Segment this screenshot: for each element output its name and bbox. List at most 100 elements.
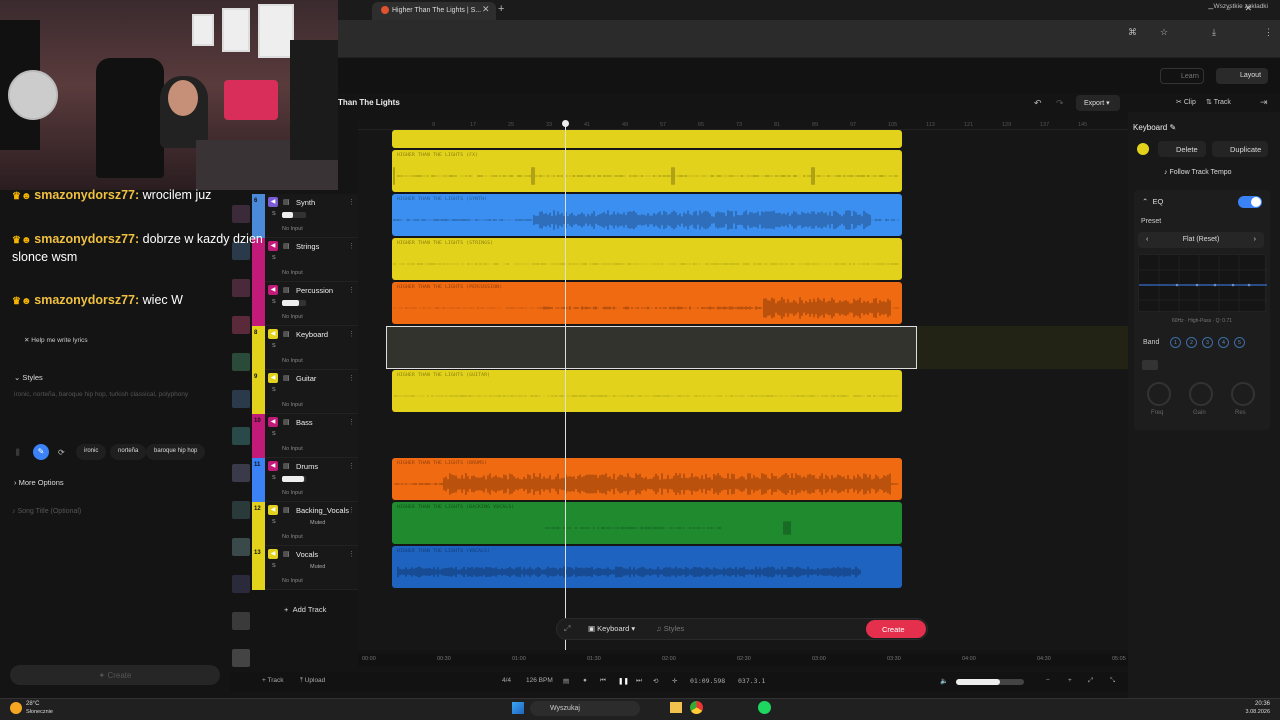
chrome-icon[interactable]: [690, 701, 703, 714]
track-header-row[interactable]: 8 ◀ ▤ Keyboard ⋮ S No Input: [252, 326, 358, 370]
track-color-swatch[interactable]: [1137, 143, 1149, 155]
band-button[interactable]: 3: [1202, 337, 1213, 348]
tab-clip[interactable]: ✂ Clip: [1176, 98, 1196, 106]
track-menu-icon[interactable]: ⋮: [348, 462, 355, 470]
bpm-display[interactable]: 126 BPM: [526, 677, 553, 684]
snap-icon[interactable]: ✛: [672, 677, 677, 685]
eq-toggle[interactable]: [1238, 196, 1262, 208]
download-icon[interactable]: ⤓: [1212, 27, 1216, 38]
rewind-icon[interactable]: ⏮: [600, 677, 606, 685]
time-signature[interactable]: 4/4: [502, 677, 511, 684]
track-menu-icon[interactable]: ⋮: [348, 374, 355, 382]
track-header-row[interactable]: 12 ◀ ▤ Backing_Vocals ⋮ S Muted No Input: [252, 502, 358, 546]
speaker-icon[interactable]: ◀: [268, 285, 278, 295]
track-thumbnail[interactable]: [232, 464, 250, 482]
track-menu-icon[interactable]: ⋮: [348, 286, 355, 294]
audio-clip[interactable]: HIGHER THAN THE LIGHTS (SYNTH): [392, 194, 902, 236]
add-track-button[interactable]: + Add Track: [284, 605, 326, 614]
track-name[interactable]: Backing_Vocals: [296, 506, 349, 515]
solo-button[interactable]: S: [272, 343, 276, 349]
track-header-row[interactable]: 10 ◀ ▤ Bass ⋮ S No Input: [252, 414, 358, 458]
playhead-handle[interactable]: [562, 120, 569, 127]
volume-icon[interactable]: 🔈: [940, 677, 948, 685]
audio-clip[interactable]: HIGHER THAN THE LIGHTS (STRINGS): [392, 238, 902, 280]
audio-clip[interactable]: HIGHER THAN THE LIGHTS (GUITAR): [392, 370, 902, 412]
audio-clip[interactable]: HIGHER THAN THE LIGHTS (PERCUSSION): [392, 282, 902, 324]
track-volume-slider[interactable]: [282, 476, 306, 482]
track-thumbnail[interactable]: [232, 612, 250, 630]
tab-track[interactable]: ⇅ Track: [1206, 98, 1231, 106]
speaker-icon[interactable]: ◀: [268, 197, 278, 207]
track-thumbnail[interactable]: [232, 649, 250, 667]
add-track-small-button[interactable]: + Track: [262, 677, 284, 684]
styles-input[interactable]: ♫ Styles: [656, 624, 684, 633]
shelf-icon[interactable]: ⫼: [16, 448, 20, 458]
speaker-icon[interactable]: ◀: [268, 461, 278, 471]
track-menu-icon[interactable]: ⋮: [348, 330, 355, 338]
track-input-select[interactable]: No Input: [282, 446, 303, 452]
track-menu-icon[interactable]: ⋮: [348, 550, 355, 558]
windows-start-icon[interactable]: [512, 702, 524, 714]
delete-button[interactable]: Delete: [1158, 141, 1206, 157]
solo-button[interactable]: S: [272, 299, 276, 305]
chevron-left-icon[interactable]: ‹: [1146, 236, 1148, 243]
track-name[interactable]: Percussion: [296, 286, 333, 295]
solo-button[interactable]: S: [272, 387, 276, 393]
track-input-select[interactable]: No Input: [282, 402, 303, 408]
all-bookmarks-link[interactable]: Wszystkie zakładki: [1213, 3, 1268, 10]
styles-textarea[interactable]: ironic, norteña, baroque hip hop, turkis…: [14, 391, 188, 398]
redo-icon[interactable]: ↷: [1056, 98, 1064, 109]
audio-clip[interactable]: HIGHER THAN THE LIGHTS (DRUMS): [392, 458, 902, 500]
highpass-filter-icon[interactable]: [1142, 360, 1158, 370]
forward-icon[interactable]: ⏭: [636, 677, 642, 685]
track-header-row[interactable]: 9 ◀ ▤ Guitar ⋮ S No Input: [252, 370, 358, 414]
collapse-icon[interactable]: ⤡: [1110, 677, 1115, 685]
track-thumbnail[interactable]: [232, 390, 250, 408]
track-name[interactable]: Synth: [296, 198, 315, 207]
taskbar-date[interactable]: 3.08.2026: [1226, 709, 1270, 715]
playhead[interactable]: [565, 122, 566, 650]
undo-icon[interactable]: ↶: [1034, 98, 1042, 109]
band-button[interactable]: 2: [1186, 337, 1197, 348]
style-chip[interactable]: norteña: [110, 444, 147, 460]
track-input-select[interactable]: No Input: [282, 314, 303, 320]
audio-clip[interactable]: [392, 130, 902, 148]
menu-icon[interactable]: ⋮: [1264, 27, 1273, 38]
band-button[interactable]: 4: [1218, 337, 1229, 348]
browser-tab[interactable]: Higher Than The Lights | S...: [372, 2, 496, 20]
track-thumbnail[interactable]: [232, 316, 250, 334]
track-menu-icon[interactable]: ⋮: [348, 198, 355, 206]
zoom-in-icon[interactable]: +: [1068, 677, 1072, 684]
audio-clip[interactable]: HIGHER THAN THE LIGHTS (BACKING VOCALS): [392, 502, 902, 544]
refresh-icon[interactable]: ⟳: [58, 448, 65, 457]
loop-icon[interactable]: ⟲: [653, 677, 658, 685]
upload-button[interactable]: ⤒ Upload: [300, 677, 325, 685]
record-icon[interactable]: ●: [583, 677, 587, 684]
pause-icon[interactable]: ❚❚: [618, 677, 629, 685]
eq-knob[interactable]: [1189, 382, 1213, 406]
instrument-select[interactable]: ▣ Keyboard ▾: [588, 624, 635, 633]
song-title[interactable]: Than The Lights: [338, 98, 400, 107]
eq-knob[interactable]: [1147, 382, 1171, 406]
style-chip[interactable]: ironic: [76, 444, 107, 460]
weather-temp[interactable]: 28°C: [26, 701, 39, 707]
solo-button[interactable]: S: [272, 563, 276, 569]
duplicate-button[interactable]: Duplicate: [1212, 141, 1268, 157]
zoom-out-icon[interactable]: −: [1046, 677, 1050, 684]
audio-clip[interactable]: HIGHER THAN THE LIGHTS (VOCALS): [392, 546, 902, 588]
eq-heading[interactable]: ⌃ EQ: [1142, 197, 1163, 206]
track-name[interactable]: Keyboard: [296, 330, 328, 339]
track-header-row[interactable]: ◀ ▤ Percussion ⋮ S No Input: [252, 282, 358, 326]
track-thumbnail[interactable]: [232, 501, 250, 519]
speaker-icon[interactable]: ◀: [268, 417, 278, 427]
layout-button[interactable]: Layout: [1216, 68, 1268, 84]
track-thumbnail[interactable]: [232, 427, 250, 445]
selected-empty-region[interactable]: [386, 326, 917, 369]
panel-toggle-icon[interactable]: ⇥: [1260, 97, 1268, 108]
track-thumbnail[interactable]: [232, 205, 250, 223]
style-magic-icon[interactable]: ✎: [33, 444, 49, 460]
track-input-select[interactable]: No Input: [282, 270, 303, 276]
track-name[interactable]: Drums: [296, 462, 318, 471]
track-input-select[interactable]: No Input: [282, 358, 303, 364]
translate-icon[interactable]: ⌘: [1128, 27, 1137, 38]
